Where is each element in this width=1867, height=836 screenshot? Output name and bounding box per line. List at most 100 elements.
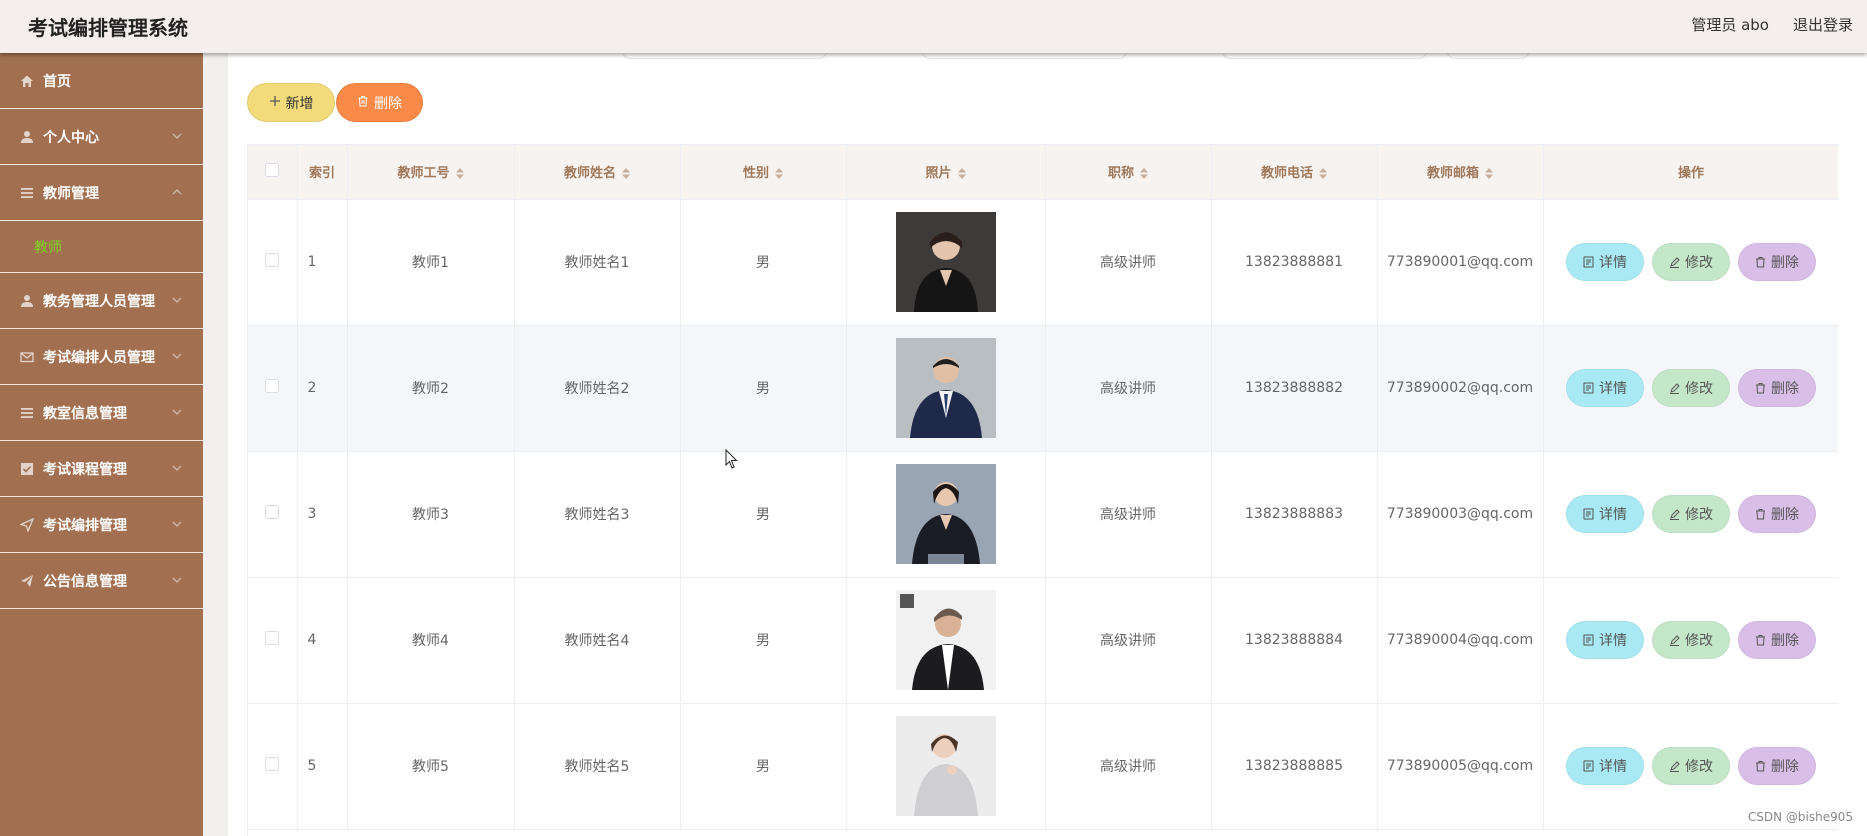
sidebar-item-exam-course[interactable]: 考试课程管理 — [0, 441, 203, 497]
delete-row-button[interactable]: 删除 — [1738, 747, 1816, 785]
delete-row-button[interactable]: 删除 — [1738, 495, 1816, 533]
gender-cell: 男 — [680, 577, 847, 704]
edit-button[interactable]: 修改 — [1652, 621, 1730, 659]
select-all-checkbox[interactable] — [265, 162, 280, 177]
add-button[interactable]: 新增 — [247, 83, 335, 122]
row-checkbox[interactable] — [265, 631, 280, 645]
logout-link[interactable]: 退出登录 — [1793, 14, 1853, 35]
row-select-cell — [248, 451, 298, 578]
actions-cell: 详情 修改 删除 — [1543, 451, 1838, 578]
sidebar-item-label: 教室信息管理 — [43, 405, 127, 422]
detail-button[interactable]: 详情 — [1566, 243, 1644, 281]
sort-icon[interactable] — [1319, 168, 1327, 180]
phone-cell: 13823888884 — [1211, 577, 1378, 704]
sidebar-item-announcement[interactable]: 公告信息管理 — [0, 553, 203, 609]
column-header-sortable[interactable]: 性别 — [680, 145, 847, 200]
delete-row-button[interactable]: 删除 — [1738, 621, 1816, 659]
watermark: CSDN @bishe905 — [1747, 810, 1853, 824]
index-cell: 3 — [297, 451, 348, 578]
job-title-cell: 高级讲师 — [1045, 451, 1212, 578]
index-cell: 4 — [297, 577, 348, 704]
column-header-sortable[interactable]: 教师电话 — [1211, 145, 1378, 200]
photo-cell — [846, 451, 1046, 578]
job-title-cell: 高级讲师 — [1045, 325, 1212, 452]
detail-button[interactable]: 详情 — [1566, 495, 1644, 533]
mouse-cursor-icon — [725, 449, 738, 469]
sidebar-item-academic-staff[interactable]: 教务管理人员管理 — [0, 273, 203, 329]
sort-icon[interactable] — [957, 168, 966, 180]
actions-cell: 详情 修改 删除 — [1543, 577, 1838, 704]
batch-delete-button[interactable]: 删除 — [336, 83, 423, 122]
document-icon — [1583, 508, 1594, 520]
column-header-sortable[interactable]: 教师工号 — [347, 145, 515, 200]
checkbox-icon — [19, 461, 35, 477]
sort-icon[interactable] — [775, 168, 783, 180]
row-checkbox[interactable] — [265, 757, 280, 771]
column-header-sortable[interactable]: 教师邮箱 — [1377, 145, 1544, 200]
delete-button-label: 删除 — [374, 95, 402, 112]
user-icon — [19, 129, 35, 145]
sidebar-subitem-teacher[interactable]: 教师 — [0, 221, 203, 273]
delete-row-button[interactable]: 删除 — [1738, 369, 1816, 407]
teacher-photo — [895, 590, 996, 690]
sort-icon[interactable] — [455, 168, 464, 180]
trash-icon — [1756, 761, 1765, 772]
teacher-table: 索引 教师工号 教师姓名 性别 照片 职称 教师电话 教师邮箱 操作 1 教师1 — [247, 144, 1838, 836]
chevron-down-icon — [172, 133, 182, 139]
email-cell: 773890004@qq.com — [1377, 577, 1544, 704]
column-header-sortable[interactable]: 职称 — [1045, 145, 1212, 200]
sidebar: 首页 个人中心 教师管理 教师 教务管理人员管理 考试编排人员管理 教室信息管理 — [0, 53, 203, 836]
sidebar-item-classroom-info[interactable]: 教室信息管理 — [0, 385, 203, 441]
phone-cell: 13823888881 — [1211, 199, 1378, 326]
table-row: 4 教师4 教师姓名4 男 高级讲师 13823888884 773890004… — [248, 577, 1838, 704]
sidebar-item-exam-scheduler-staff[interactable]: 考试编排人员管理 — [0, 329, 203, 385]
sidebar-item-home[interactable]: 首页 — [0, 53, 203, 109]
user-icon — [19, 293, 35, 309]
edit-button[interactable]: 修改 — [1652, 747, 1730, 785]
column-header-sortable[interactable]: 教师姓名 — [514, 145, 681, 200]
chevron-down-icon — [172, 465, 182, 471]
teacher-id-cell: 教师5 — [347, 703, 515, 830]
column-header-sortable[interactable]: 照片 — [846, 145, 1046, 200]
pencil-icon — [1670, 383, 1680, 394]
column-header: 操作 — [1543, 145, 1838, 200]
sidebar-item-label: 教务管理人员管理 — [43, 293, 155, 310]
detail-button[interactable]: 详情 — [1566, 621, 1644, 659]
detail-button[interactable]: 详情 — [1566, 369, 1644, 407]
sort-icon[interactable] — [622, 168, 630, 180]
sidebar-item-profile[interactable]: 个人中心 — [0, 109, 203, 165]
row-checkbox[interactable] — [265, 505, 280, 519]
sidebar-item-label: 考试编排管理 — [43, 517, 127, 534]
chevron-up-icon — [172, 189, 182, 195]
detail-button[interactable]: 详情 — [1566, 747, 1644, 785]
job-title-cell: 高级讲师 — [1045, 703, 1212, 830]
row-checkbox[interactable] — [265, 253, 280, 267]
edit-button[interactable]: 修改 — [1652, 495, 1730, 533]
pencil-icon — [1670, 509, 1680, 520]
row-select-cell — [248, 325, 298, 452]
row-checkbox[interactable] — [265, 379, 280, 393]
delete-row-button[interactable]: 删除 — [1738, 243, 1816, 281]
header-right: 管理员 abo 退出登录 — [1691, 14, 1853, 35]
select-all-cell — [248, 145, 298, 200]
pencil-icon — [1670, 257, 1680, 268]
edit-button[interactable]: 修改 — [1652, 369, 1730, 407]
photo-cell — [846, 577, 1046, 704]
main-panel: 新增 删除 索引 教师工号 教师姓名 性别 照片 职称 教师电话 教师邮箱 操作… — [228, 39, 1867, 836]
sidebar-item-teacher-management[interactable]: 教师管理 — [0, 165, 203, 221]
job-title-cell: 高级讲师 — [1045, 577, 1212, 704]
table-header-row: 索引 教师工号 教师姓名 性别 照片 职称 教师电话 教师邮箱 操作 — [248, 145, 1838, 200]
sidebar-item-exam-scheduling[interactable]: 考试编排管理 — [0, 497, 203, 553]
chevron-down-icon — [172, 409, 182, 415]
phone-cell: 13823888885 — [1211, 703, 1378, 830]
teacher-id-cell: 教师1 — [347, 199, 515, 326]
sort-icon[interactable] — [1485, 168, 1493, 180]
teacher-name-cell: 教师姓名2 — [514, 325, 681, 452]
column-header: 索引 — [297, 145, 348, 200]
document-icon — [1583, 634, 1594, 646]
gender-cell: 男 — [680, 199, 847, 326]
trash-icon — [1756, 257, 1765, 268]
sort-icon[interactable] — [1140, 168, 1148, 180]
trash-icon — [1756, 509, 1765, 520]
edit-button[interactable]: 修改 — [1652, 243, 1730, 281]
